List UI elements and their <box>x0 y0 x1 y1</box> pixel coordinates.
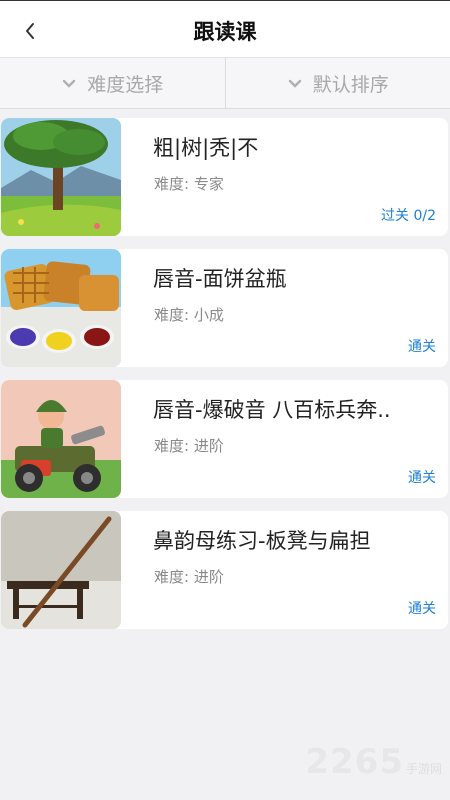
course-thumbnail <box>1 380 121 498</box>
sort-filter[interactable]: 默认排序 <box>224 58 450 108</box>
course-card[interactable]: 粗|树|秃|不 难度: 专家 过关 0/2 <box>1 118 448 236</box>
chevron-down-icon <box>61 75 77 91</box>
course-title: 唇音-面饼盆瓶 <box>153 267 287 291</box>
course-difficulty: 难度: 进阶 <box>154 437 224 455</box>
course-thumbnail <box>1 511 121 629</box>
course-status: 通关 <box>408 339 436 355</box>
watermark-text: 手游网 <box>405 762 442 776</box>
course-card[interactable]: 唇音-面饼盆瓶 难度: 小成 通关 <box>1 249 448 367</box>
course-title: 粗|树|秃|不 <box>153 136 259 160</box>
filter-bar: 难度选择 默认排序 <box>0 58 450 109</box>
course-title: 鼻韵母练习-板凳与扁担 <box>153 529 371 553</box>
course-status: 通关 <box>408 470 436 486</box>
course-thumbnail <box>1 118 121 236</box>
course-card[interactable]: 唇音-爆破音 八百标兵奔.. 难度: 进阶 通关 <box>1 380 448 498</box>
watermark: 2265 手游网 <box>305 742 442 782</box>
top-bar: 跟读课 <box>0 0 450 58</box>
course-difficulty: 难度: 小成 <box>154 306 224 324</box>
course-status: 通关 <box>408 601 436 617</box>
course-title: 唇音-爆破音 八百标兵奔.. <box>153 398 391 422</box>
difficulty-filter-label: 难度选择 <box>87 73 164 96</box>
course-thumbnail <box>1 249 121 367</box>
sort-filter-label: 默认排序 <box>312 73 389 96</box>
page-title: 跟读课 <box>193 20 257 44</box>
difficulty-filter[interactable]: 难度选择 <box>0 58 225 108</box>
chevron-down-icon <box>287 75 303 91</box>
course-difficulty: 难度: 专家 <box>154 175 224 193</box>
course-difficulty: 难度: 进阶 <box>154 568 224 586</box>
course-card[interactable]: 鼻韵母练习-板凳与扁担 难度: 进阶 通关 <box>1 511 448 629</box>
course-status: 过关 0/2 <box>381 208 436 224</box>
watermark-number: 2265 <box>305 742 404 782</box>
